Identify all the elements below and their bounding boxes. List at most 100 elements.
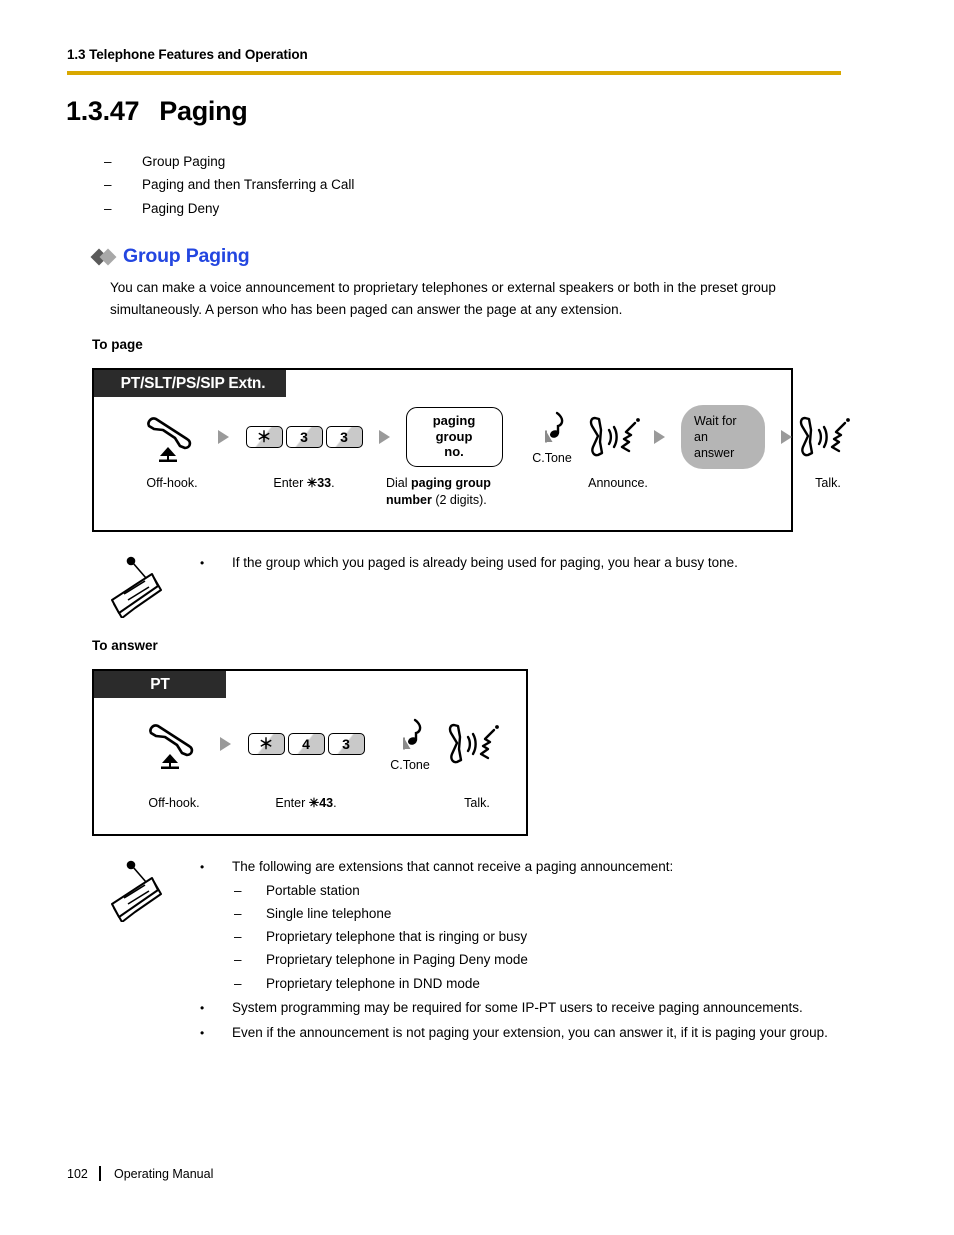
to-answer-label: To answer <box>92 638 158 653</box>
note-sub-text: Portable station <box>266 882 360 898</box>
note-bullet: • Even if the announcement is not paging… <box>200 1022 840 1045</box>
step-caption: Enter ✳33. <box>229 475 379 492</box>
talking-handset-icon <box>582 408 654 466</box>
key-digit[interactable]: 3 <box>325 426 363 448</box>
note-block: • The following are extensions that cann… <box>110 856 840 1045</box>
to-answer-flow-diagram: PT Off-hook. ＊ 4 3 Enter ✳43. C.Tone Tal… <box>92 669 528 836</box>
bullet-marker: • <box>200 1000 205 1015</box>
step-announce: Announce. <box>582 408 654 492</box>
note-bullet: • The following are extensions that cann… <box>200 856 840 879</box>
notepad-icon <box>110 860 166 922</box>
note-sub-item: – Single line telephone <box>234 902 840 925</box>
step-enter-code: ＊ 4 3 Enter ✳43. <box>231 715 381 812</box>
dash-marker: – <box>234 952 242 968</box>
step-caption: Off-hook. <box>148 796 200 810</box>
note-bullet: • System programming may be required for… <box>200 997 840 1020</box>
note-sub-item: – Proprietary telephone in DND mode <box>234 972 840 995</box>
step-caption: Talk. <box>464 796 490 810</box>
key-digit[interactable]: 4 <box>287 733 325 755</box>
keypad-keys: ＊ 4 3 <box>247 733 365 755</box>
dash-marker: – <box>104 154 112 169</box>
manual-name: Operating Manual <box>114 1166 214 1181</box>
bullet-marker: • <box>200 556 205 570</box>
to-page-flow-diagram: PT/SLT/PS/SIP Extn. Off-hook. ＊ 3 3 Ente… <box>92 368 850 532</box>
caption-suffix: . <box>333 796 337 810</box>
bullet-marker: • <box>200 860 205 874</box>
key-digit[interactable]: 3 <box>285 426 323 448</box>
list-item: – Paging Deny <box>104 197 804 220</box>
note-sub-item: – Proprietary telephone that is ringing … <box>234 925 840 948</box>
dash-marker: – <box>234 975 242 991</box>
step-talk: Talk. <box>792 408 864 492</box>
note-text: System programming may be required for s… <box>232 999 803 1015</box>
step-caption: Enter ✳43. <box>231 795 381 812</box>
flow-arrow-icon <box>654 430 665 444</box>
page-header: 1.3 Telephone Features and Operation <box>67 47 841 75</box>
page-number: 102 <box>67 1166 88 1181</box>
note-sub-text: Proprietary telephone in DND mode <box>266 975 480 991</box>
caption-bold-2: number <box>386 492 432 507</box>
step-wait-for-answer: Wait for an answer <box>665 405 781 469</box>
note-text: The following are extensions that cannot… <box>232 859 674 874</box>
dash-marker: – <box>234 882 242 898</box>
dash-marker: – <box>234 929 242 945</box>
list-item: – Paging and then Transferring a Call <box>104 173 804 196</box>
step-caption: C.Tone <box>390 758 430 772</box>
topic-list: – Group Paging – Paging and then Transfe… <box>104 150 804 220</box>
key-digit[interactable]: 3 <box>327 733 365 755</box>
running-head: 1.3 Telephone Features and Operation <box>67 47 308 62</box>
intro-paragraph: You can make a voice announcement to pro… <box>110 280 776 317</box>
flow-tab-label: PT <box>94 671 226 698</box>
caption-suffix: (2 digits). <box>431 492 487 507</box>
keypad-keys: ＊ 3 3 <box>245 426 363 448</box>
section-title-text: Paging <box>159 96 248 126</box>
flow-tab-label: PT/SLT/PS/SIP Extn. <box>94 370 286 397</box>
caption-suffix: . <box>331 476 335 490</box>
offhook-handset-icon <box>128 715 220 773</box>
caption-bold-1: paging group <box>411 476 491 490</box>
paging-group-capsule: paging group no. <box>405 407 503 467</box>
step-talk: Talk. <box>439 715 515 812</box>
key-star[interactable]: ＊ <box>247 733 285 755</box>
caption-prefix: Enter <box>275 796 309 810</box>
capsule-line-2: no. <box>444 444 464 460</box>
section-number: 1.3.47 <box>66 96 140 126</box>
list-item-label: Paging and then Transferring a Call <box>142 177 355 193</box>
note-sub-item: – Proprietary telephone in Paging Deny m… <box>234 948 840 971</box>
dash-marker: – <box>104 200 112 216</box>
step-confirmation-tone: C.Tone <box>381 715 439 774</box>
music-note-icon <box>522 408 582 450</box>
note-sub-text: Proprietary telephone in Paging Deny mod… <box>266 952 528 968</box>
to-page-label: To page <box>92 337 143 352</box>
footer-divider <box>99 1166 101 1181</box>
list-item-label: Paging Deny <box>142 200 220 216</box>
note-sub-item: – Portable station <box>234 879 840 902</box>
capsule-line-1: paging group <box>432 413 476 444</box>
key-star[interactable]: ＊ <box>245 426 283 448</box>
caption-prefix: Dial <box>386 476 412 490</box>
talking-handset-icon <box>439 715 515 773</box>
music-note-icon <box>381 715 439 757</box>
talking-handset-icon <box>792 408 864 466</box>
flow-arrow-icon <box>379 430 390 444</box>
pill-line-2: answer <box>694 446 735 460</box>
note-sub-text: Proprietary telephone that is ringing or… <box>266 929 528 945</box>
pill-line-1: Wait for an <box>694 414 737 444</box>
dash-marker: – <box>234 905 242 921</box>
page-title: 1.3.47 Paging <box>66 96 248 127</box>
list-item-label: Group Paging <box>142 154 226 169</box>
wait-for-answer-pill: Wait for an answer <box>681 405 765 469</box>
step-caption: Off-hook. <box>146 476 198 490</box>
caption-code: ✳43 <box>308 796 334 810</box>
note-bullet: • If the group which you paged is alread… <box>200 552 840 575</box>
step-caption: Announce. <box>588 476 648 490</box>
step-dial-paging-group: paging group no. Dial paging group numbe… <box>386 407 518 508</box>
flow-arrow-icon <box>781 430 792 444</box>
step-enter-code: ＊ 3 3 Enter ✳33. <box>229 408 379 492</box>
note-sub-text: Single line telephone <box>266 905 392 921</box>
bullet-marker: • <box>200 1026 205 1041</box>
diamond-bullet-icon <box>90 248 117 265</box>
step-offhook: Off-hook. <box>126 408 218 492</box>
dash-marker: – <box>104 177 112 193</box>
subsection-heading-label: Group Paging <box>123 245 250 267</box>
